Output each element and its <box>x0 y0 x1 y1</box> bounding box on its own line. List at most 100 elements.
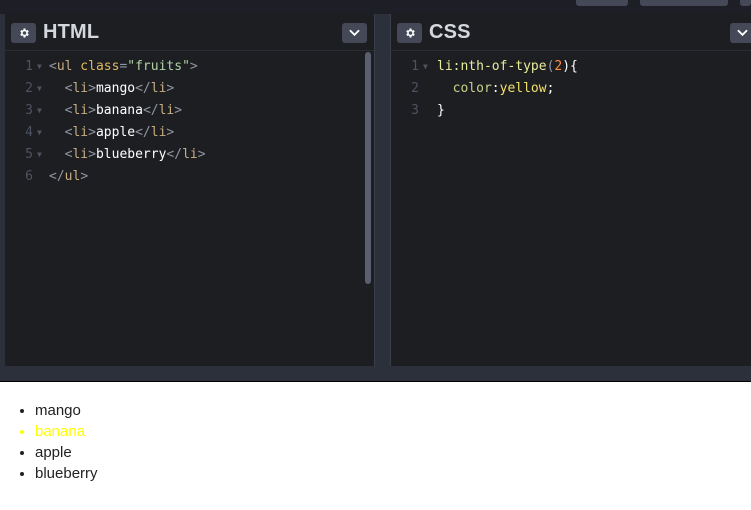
html-editor-scrollbar[interactable] <box>365 52 371 284</box>
toolbar-button[interactable] <box>740 0 751 6</box>
pane-resize-handle[interactable] <box>374 14 391 366</box>
code-token: < <box>49 125 73 140</box>
code-token: ul <box>64 169 81 184</box>
gear-icon <box>19 28 29 38</box>
code-token: li <box>437 59 453 74</box>
code-token: color <box>437 81 492 96</box>
code-line[interactable]: 4 ▼ <li>apple</li> <box>5 122 374 144</box>
css-pane-header: CSS <box>391 14 751 51</box>
code-token: blueberry <box>95 147 167 162</box>
code-token: > <box>88 147 96 162</box>
code-token: class <box>72 59 120 74</box>
code-token: "fruits" <box>127 59 190 74</box>
code-token: li <box>72 81 89 96</box>
code-token: li <box>182 147 198 162</box>
html-code-editor[interactable]: 1 ▼ <ul class="fruits"> 2 ▼ <li>mango</li> 3 ▼… <box>5 56 374 188</box>
code-line[interactable]: 3} <box>391 100 751 122</box>
toolbar-button[interactable] <box>576 0 628 6</box>
code-token: > <box>88 81 96 96</box>
code-token: > <box>166 81 175 96</box>
line-number: 6 <box>25 169 33 184</box>
code-token: < <box>49 81 73 96</box>
list-item: blueberry <box>35 463 751 484</box>
chevron-down-icon <box>349 29 360 37</box>
fold-arrow-icon[interactable]: ▼ <box>37 100 42 122</box>
line-number: 1 <box>25 59 33 74</box>
code-token: li <box>72 103 89 118</box>
code-line[interactable]: 1 ▼ <ul class="fruits"> <box>5 56 374 78</box>
css-settings-button[interactable] <box>397 23 422 43</box>
fruit-list: mangobananaappleblueberry <box>0 400 751 484</box>
code-text: </ul> <box>49 166 88 188</box>
list-item: banana <box>35 421 751 442</box>
code-token: > <box>166 125 175 140</box>
editor-area: HTML 1 ▼ <ul class="fruits"> 2 ▼ <li>mango</… <box>0 14 751 366</box>
code-token: > <box>88 125 96 140</box>
code-line[interactable]: 2 color:yellow; <box>391 78 751 100</box>
code-token: > <box>174 103 183 118</box>
chevron-down-icon <box>737 29 748 37</box>
code-token: </ <box>135 125 151 140</box>
code-token: < <box>49 147 73 162</box>
code-token: li <box>72 147 89 162</box>
code-token: </ <box>49 169 65 184</box>
result-preview: mangobananaappleblueberry <box>0 381 751 510</box>
fold-arrow-icon[interactable]: ▼ <box>37 144 42 166</box>
code-token: > <box>197 147 206 162</box>
css-editor-pane: CSS 1 ▼ li:nth-of-type(2){2 color:yellow; 3… <box>391 14 751 366</box>
css-code-editor[interactable]: 1 ▼ li:nth-of-type(2){2 color:yellow; 3} <box>391 56 751 122</box>
code-line[interactable]: 3 ▼ <li>banana</li> <box>5 100 374 122</box>
code-text: <ul class="fruits"> <box>49 56 198 78</box>
code-token: mango <box>95 81 136 96</box>
code-text: <li>apple</li> <box>49 122 175 144</box>
code-text: color:yellow; <box>437 78 555 100</box>
code-token: :nth-of-type <box>452 59 547 74</box>
line-number: 2 <box>25 81 33 96</box>
code-token: yellow <box>499 81 547 96</box>
code-line[interactable]: 1 ▼ li:nth-of-type(2){ <box>391 56 751 78</box>
code-token: li <box>158 103 175 118</box>
code-token: </ <box>142 103 159 118</box>
code-token: : <box>491 81 500 96</box>
code-token: < <box>49 59 57 74</box>
line-number: 5 <box>25 147 33 162</box>
preview-resize-bar[interactable] <box>0 366 751 381</box>
top-toolbar <box>0 0 751 14</box>
code-line[interactable]: 6 </ul> <box>5 166 374 188</box>
code-token: > <box>88 103 96 118</box>
line-number: 3 <box>411 103 419 118</box>
fold-arrow-icon[interactable]: ▼ <box>37 122 42 144</box>
code-token: ; <box>546 81 555 96</box>
html-settings-button[interactable] <box>11 23 36 43</box>
code-line[interactable]: 5 ▼ <li>blueberry</li> <box>5 144 374 166</box>
html-pane-title: HTML <box>43 21 100 43</box>
line-number: 3 <box>25 103 33 118</box>
code-text: } <box>437 100 445 122</box>
code-token: > <box>80 169 89 184</box>
css-pane-dropdown-button[interactable] <box>730 23 751 43</box>
code-token: > <box>189 59 198 74</box>
code-token: ){ <box>562 59 578 74</box>
code-token: ul <box>56 59 73 74</box>
code-line[interactable]: 2 ▼ <li>mango</li> <box>5 78 374 100</box>
code-token: } <box>437 103 445 118</box>
code-token: < <box>49 103 73 118</box>
fold-arrow-icon[interactable]: ▼ <box>37 78 42 100</box>
line-number: 4 <box>25 125 33 140</box>
code-token: li <box>150 81 167 96</box>
code-token: </ <box>135 81 151 96</box>
code-token: banana <box>95 103 143 118</box>
gear-icon <box>405 28 415 38</box>
html-pane-dropdown-button[interactable] <box>342 23 367 43</box>
code-token: </ <box>166 147 183 162</box>
html-editor-pane: HTML 1 ▼ <ul class="fruits"> 2 ▼ <li>mango</… <box>5 14 374 366</box>
fold-arrow-icon[interactable]: ▼ <box>37 56 42 78</box>
line-number: 2 <box>411 81 419 96</box>
toolbar-button[interactable] <box>640 0 728 6</box>
fold-arrow-icon[interactable]: ▼ <box>423 56 428 78</box>
list-item: apple <box>35 442 751 463</box>
codepen-editor-window: HTML 1 ▼ <ul class="fruits"> 2 ▼ <li>mango</… <box>0 0 751 510</box>
code-text: <li>mango</li> <box>49 78 175 100</box>
list-item: mango <box>35 400 751 421</box>
code-text: li:nth-of-type(2){ <box>437 56 578 78</box>
